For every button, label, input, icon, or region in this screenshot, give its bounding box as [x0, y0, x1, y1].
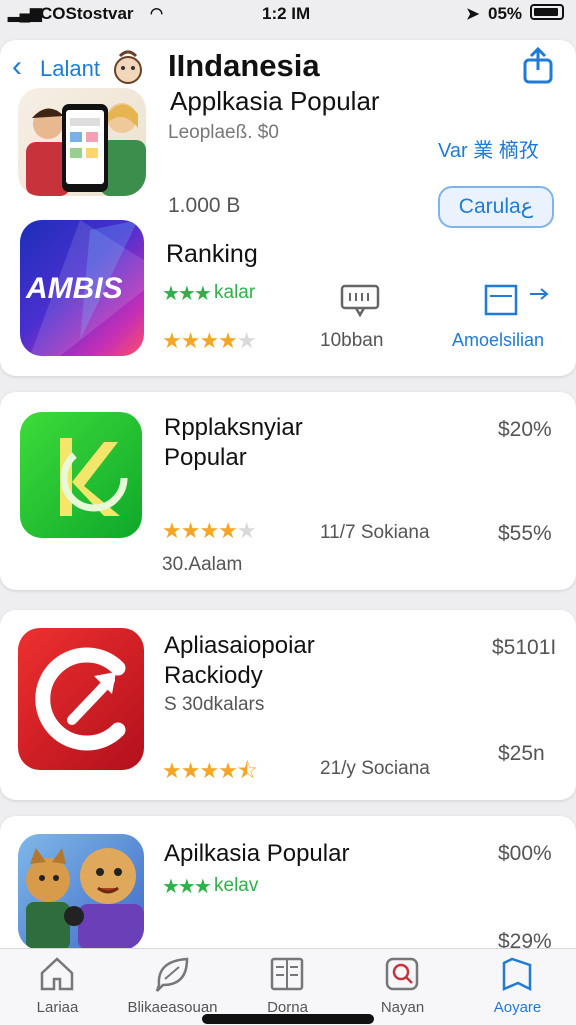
app-2-price: $5101I — [492, 636, 557, 659]
back-chevron-icon[interactable]: ‹ — [12, 50, 22, 84]
mascot-badge-icon — [110, 48, 146, 88]
app-1-price-2: $55% — [498, 522, 552, 545]
battery-percent: 05% — [488, 4, 523, 23]
battery-icon — [530, 4, 564, 20]
search-app-icon — [385, 957, 419, 991]
app-icon-1[interactable] — [20, 412, 142, 538]
clock: 1:2 IM — [262, 4, 311, 23]
document-icon — [270, 957, 304, 991]
chat-leaf-icon — [155, 957, 189, 992]
app-2-title: Apliasaiopoiar — [164, 632, 315, 659]
featured-app-icon[interactable] — [18, 88, 146, 196]
ambis-app-icon[interactable]: AMBIS — [20, 220, 144, 356]
wifi-icon: ◠ — [150, 5, 164, 22]
app-3-category-stars: ★★★ — [162, 876, 212, 898]
app-1-footer: 30.Aalam — [162, 554, 243, 575]
category-stars-icon: ★★★ — [162, 283, 212, 305]
app-2-subtitle: Rackiody — [164, 662, 263, 689]
get-button[interactable]: Carulaع — [438, 186, 554, 228]
message-icon[interactable] — [340, 284, 380, 318]
side-link[interactable]: Var 業 樀孜 — [438, 134, 539, 163]
app-1-price: $20% — [498, 418, 552, 441]
app-size: 1.000 B — [168, 194, 241, 217]
signal-icon: ▂▄▆ — [8, 5, 42, 22]
carrier-name: COStostvar — [40, 4, 134, 23]
bookmark-icon — [502, 957, 532, 992]
ambis-logo-text: AMBIS — [26, 272, 123, 305]
featured-rating-label: 10bban — [320, 330, 384, 351]
featured-action[interactable]: Amoelsilian — [452, 330, 544, 351]
share-icon[interactable] — [520, 46, 556, 86]
app-3-price: $00% — [498, 842, 552, 865]
open-icon[interactable] — [484, 282, 554, 316]
status-bar: ▂▄▆ COStostvar ◠ 1:2 IM ➤ 05% — [0, 0, 576, 28]
app-2-rating: ★★★★⯪ — [162, 758, 258, 783]
tab-apps-label: Aoyare — [493, 999, 542, 1016]
home-icon — [40, 957, 74, 991]
app-icon-2[interactable] — [18, 628, 144, 770]
app-2-caption: S 30dkalars — [164, 694, 265, 715]
app-3-title: Apilkasia Popular — [164, 840, 350, 867]
tab-home-label: Lariaa — [36, 999, 79, 1016]
tab-apps[interactable]: Aoyare — [460, 949, 575, 1025]
app-icon-3[interactable] — [18, 834, 144, 950]
featured-rating: ★★★★★ — [162, 328, 257, 353]
page-subtitle: Applkasia Popular — [170, 86, 380, 116]
tab-home[interactable]: Lariaa — [0, 949, 115, 1025]
featured-title: Ranking — [166, 240, 258, 268]
app-1-reviews: 11/7 Sokiana — [320, 522, 430, 543]
featured-category: kalar — [214, 282, 256, 303]
app-1-title: Rpplaksnyiar — [164, 414, 303, 441]
meta-line: Leoplaeß. $0 — [168, 122, 279, 143]
location-icon: ➤ — [466, 6, 480, 23]
app-2-price-2: $25n — [498, 742, 545, 765]
page-title: IIndanesia — [168, 48, 320, 83]
back-button[interactable]: Lalant — [40, 56, 100, 82]
app-1-rating: ★★★★★ — [162, 518, 257, 543]
home-indicator — [202, 1014, 374, 1024]
app-1-subtitle: Popular — [164, 444, 247, 471]
app-2-reviews: 21/y Sociana — [320, 758, 430, 779]
app-3-category: kelav — [214, 875, 259, 896]
